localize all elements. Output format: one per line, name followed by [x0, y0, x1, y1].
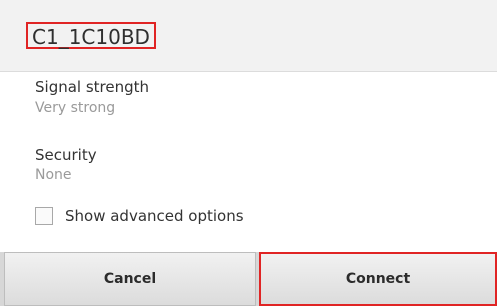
connect-button[interactable]: Connect [259, 252, 497, 306]
wifi-connect-dialog: C1_1C10BD Signal strength Very strong Se… [0, 0, 497, 306]
security-label: Security [35, 146, 97, 164]
security-value: None [35, 167, 72, 183]
cancel-button[interactable]: Cancel [4, 252, 256, 306]
advanced-options-row[interactable]: Show advanced options [35, 205, 244, 227]
network-name-title: C1_1C10BD [26, 22, 156, 49]
signal-strength-value: Very strong [35, 100, 116, 116]
dialog-title-bar: C1_1C10BD [0, 0, 497, 72]
dialog-button-bar: Cancel Connect [0, 252, 497, 306]
advanced-options-checkbox[interactable] [35, 207, 53, 225]
signal-strength-label: Signal strength [35, 78, 150, 96]
advanced-options-label[interactable]: Show advanced options [65, 207, 244, 225]
